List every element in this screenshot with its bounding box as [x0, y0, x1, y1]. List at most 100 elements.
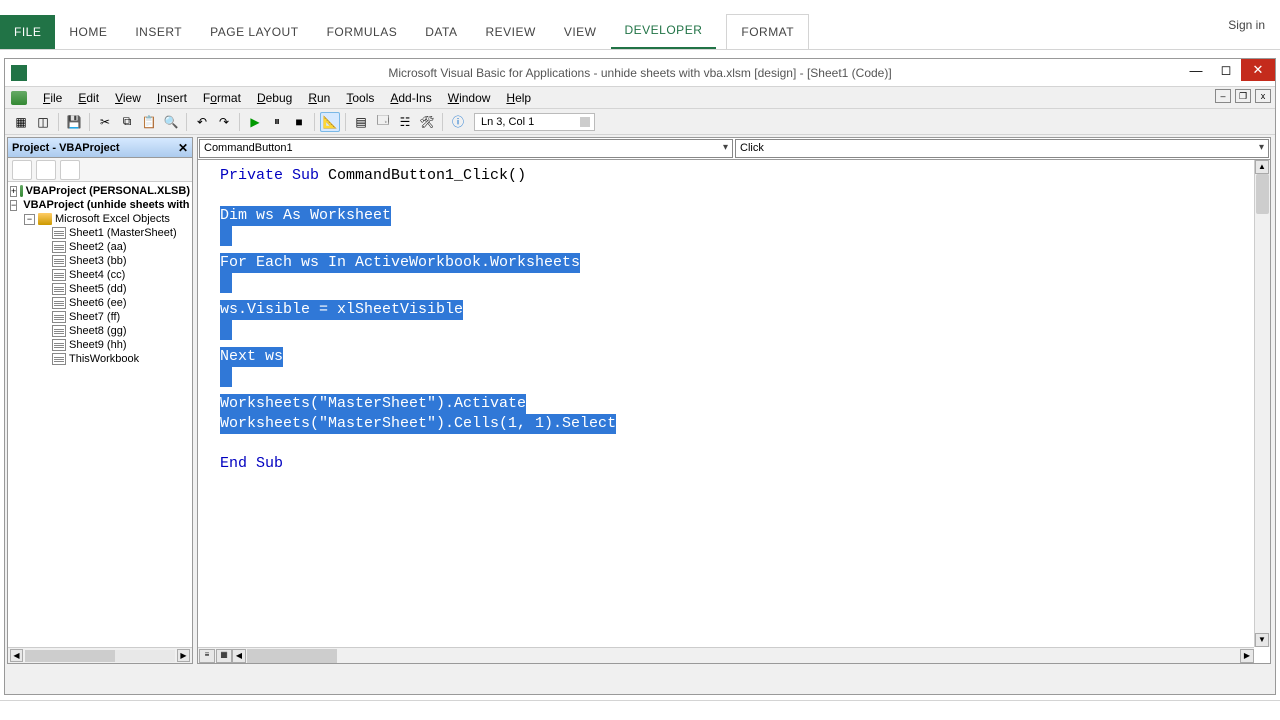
- project-tree[interactable]: + VBAProject (PERSONAL.XLSB) − VBAProjec…: [8, 182, 192, 647]
- tree-sheet-item[interactable]: Sheet8 (gg): [10, 324, 190, 338]
- project-h-scrollbar[interactable]: ◀ ▶: [8, 647, 192, 663]
- menu-window[interactable]: Window: [440, 88, 499, 108]
- tree-sheet-item[interactable]: Sheet1 (MasterSheet): [10, 226, 190, 240]
- redo-icon[interactable]: ↷: [214, 112, 234, 132]
- insert-userform-icon[interactable]: ◫: [33, 112, 53, 132]
- scroll-up-icon[interactable]: ▲: [1255, 160, 1269, 174]
- tree-sheet-item[interactable]: ThisWorkbook: [10, 352, 190, 366]
- tree-sheet-item[interactable]: Sheet7 (ff): [10, 310, 190, 324]
- scroll-right-icon[interactable]: ▶: [177, 649, 190, 662]
- minimize-button[interactable]: —: [1181, 59, 1211, 81]
- tree-label: Sheet8 (gg): [69, 325, 126, 337]
- code-editor[interactable]: Private Sub CommandButton1_Click() Dim w…: [198, 160, 1270, 663]
- menu-tools[interactable]: Tools: [338, 88, 382, 108]
- worksheet-icon: [52, 269, 66, 281]
- ribbon-tab-developer[interactable]: DEVELOPER: [611, 13, 717, 49]
- code-text: CommandButton1_Click(): [319, 167, 526, 184]
- find-icon[interactable]: 🔍: [161, 112, 181, 132]
- break-icon[interactable]: ⏸: [267, 112, 287, 132]
- scroll-down-icon[interactable]: ▼: [1255, 633, 1269, 647]
- menu-view[interactable]: View: [107, 88, 149, 108]
- code-selected: [220, 320, 232, 340]
- ribbon-tab-home[interactable]: HOME: [55, 15, 121, 49]
- tree-project-main[interactable]: − VBAProject (unhide sheets with vba.xls…: [10, 198, 190, 212]
- expand-icon[interactable]: +: [10, 186, 17, 197]
- collapse-icon[interactable]: −: [24, 214, 35, 225]
- help-icon[interactable]: ⓘ: [448, 112, 468, 132]
- menu-run[interactable]: Run: [300, 88, 338, 108]
- ribbon-tab-format[interactable]: FORMAT: [726, 14, 809, 49]
- cut-icon[interactable]: ✂: [95, 112, 115, 132]
- project-explorer-icon[interactable]: ▤: [351, 112, 371, 132]
- tree-sheet-item[interactable]: Sheet5 (dd): [10, 282, 190, 296]
- menu-insert[interactable]: Insert: [149, 88, 195, 108]
- view-object-icon[interactable]: [36, 160, 56, 180]
- cursor-position: Ln 3, Col 1: [474, 113, 595, 131]
- sign-in-link[interactable]: Sign in: [1228, 18, 1265, 32]
- code-h-scrollbar[interactable]: ≡ ▦ ◀ ▶: [198, 647, 1254, 663]
- undo-icon[interactable]: ↶: [192, 112, 212, 132]
- scroll-left-icon[interactable]: ◀: [232, 649, 246, 663]
- procedure-view-icon[interactable]: ≡: [199, 649, 215, 663]
- vbaproject-icon: [20, 185, 22, 197]
- full-module-view-icon[interactable]: ▦: [216, 649, 232, 663]
- design-mode-icon[interactable]: 📐: [320, 112, 340, 132]
- tree-sheet-item[interactable]: Sheet4 (cc): [10, 268, 190, 282]
- ribbon-tab-page-layout[interactable]: PAGE LAYOUT: [196, 15, 312, 49]
- object-dropdown[interactable]: CommandButton1: [199, 139, 733, 158]
- ribbon-tab-file[interactable]: FILE: [0, 15, 55, 49]
- ribbon-tab-view[interactable]: VIEW: [550, 15, 611, 49]
- tree-sheet-item[interactable]: Sheet3 (bb): [10, 254, 190, 268]
- mdi-close[interactable]: x: [1255, 89, 1271, 103]
- maximize-button[interactable]: ◻: [1211, 59, 1241, 81]
- scroll-thumb[interactable]: [1256, 174, 1269, 214]
- code-window: CommandButton1 Click Private Sub Command…: [197, 137, 1271, 664]
- ribbon-tab-data[interactable]: DATA: [411, 15, 471, 49]
- save-icon[interactable]: 💾: [64, 112, 84, 132]
- copy-icon[interactable]: ⧉: [117, 112, 137, 132]
- tree-label: VBAProject (unhide sheets with vba.xlsm): [23, 199, 192, 211]
- run-icon[interactable]: ▶: [245, 112, 265, 132]
- code-selected: ws.Visible = xlSheetVisible: [220, 300, 463, 320]
- menu-help[interactable]: Help: [498, 88, 539, 108]
- excel-return-icon[interactable]: [11, 91, 27, 105]
- reset-icon[interactable]: ■: [289, 112, 309, 132]
- view-code-icon[interactable]: [12, 160, 32, 180]
- collapse-icon[interactable]: −: [10, 200, 17, 211]
- view-excel-icon[interactable]: ▦: [11, 112, 31, 132]
- menu-edit[interactable]: Edit: [70, 88, 107, 108]
- procedure-dropdown[interactable]: Click: [735, 139, 1269, 158]
- menu-file[interactable]: File: [35, 88, 70, 108]
- menu-format[interactable]: Format: [195, 88, 249, 108]
- ribbon-tab-insert[interactable]: INSERT: [121, 15, 196, 49]
- ribbon-tab-review[interactable]: REVIEW: [471, 15, 549, 49]
- scroll-track[interactable]: [247, 649, 1239, 663]
- paste-icon[interactable]: 📋: [139, 112, 159, 132]
- mdi-minimize[interactable]: –: [1215, 89, 1231, 103]
- properties-icon[interactable]: 🗔: [373, 112, 393, 132]
- project-close-icon[interactable]: ✕: [178, 141, 188, 155]
- tree-folder-excel-objects[interactable]: − Microsoft Excel Objects: [10, 212, 190, 226]
- scroll-left-icon[interactable]: ◀: [10, 649, 23, 662]
- scroll-thumb[interactable]: [247, 649, 337, 663]
- worksheet-icon: [52, 227, 66, 239]
- toolbox-icon[interactable]: 🛠: [417, 112, 437, 132]
- code-v-scrollbar[interactable]: ▲ ▼: [1254, 160, 1270, 647]
- worksheet-icon: [52, 255, 66, 267]
- toggle-folders-icon[interactable]: [60, 160, 80, 180]
- tree-sheet-item[interactable]: Sheet9 (hh): [10, 338, 190, 352]
- mdi-restore[interactable]: ❐: [1235, 89, 1251, 103]
- worksheet-icon: [52, 311, 66, 323]
- object-browser-icon[interactable]: ☵: [395, 112, 415, 132]
- close-button[interactable]: ✕: [1241, 59, 1275, 81]
- code-selected: For Each ws In ActiveWorkbook.Worksheets: [220, 253, 580, 273]
- tree-sheet-item[interactable]: Sheet6 (ee): [10, 296, 190, 310]
- menu-debug[interactable]: Debug: [249, 88, 300, 108]
- tree-label: Sheet2 (aa): [69, 241, 126, 253]
- menu-addins[interactable]: Add-Ins: [382, 88, 439, 108]
- tree-sheet-item[interactable]: Sheet2 (aa): [10, 240, 190, 254]
- scroll-right-icon[interactable]: ▶: [1240, 649, 1254, 663]
- tree-project-personal[interactable]: + VBAProject (PERSONAL.XLSB): [10, 184, 190, 198]
- tree-label: Sheet5 (dd): [69, 283, 126, 295]
- ribbon-tab-formulas[interactable]: FORMULAS: [313, 15, 412, 49]
